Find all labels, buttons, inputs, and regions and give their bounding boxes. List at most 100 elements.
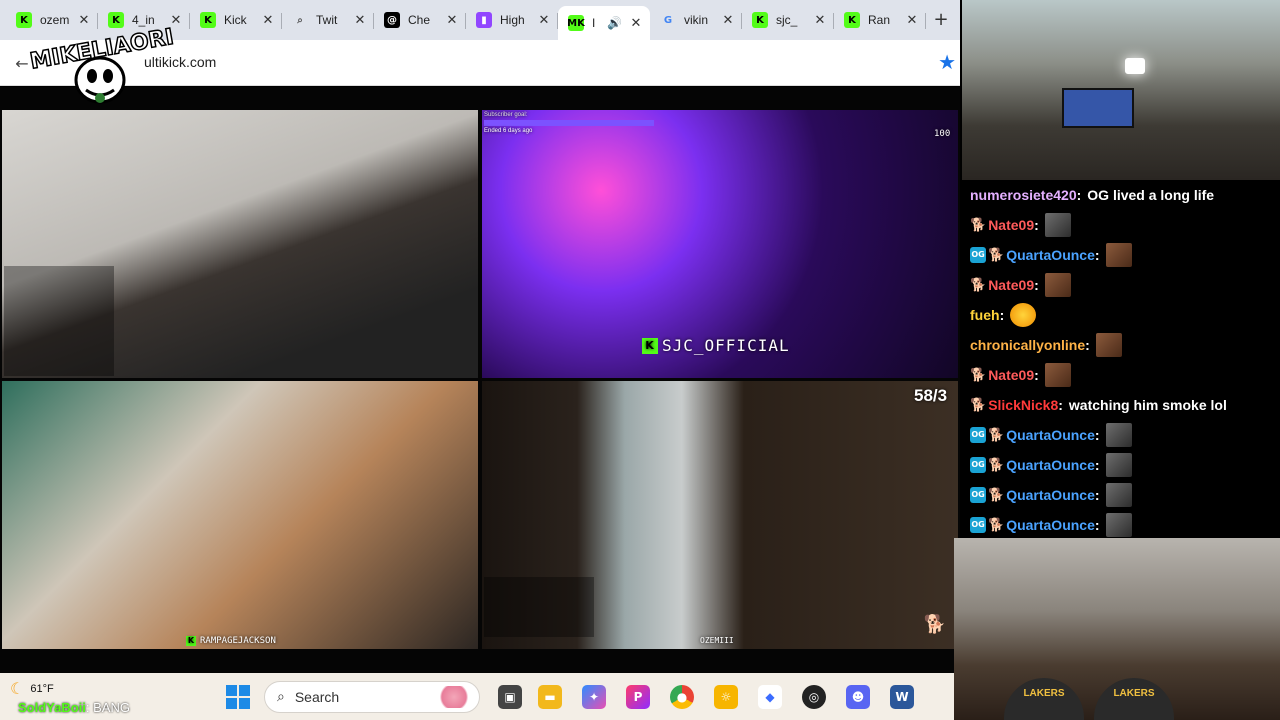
stream-chat-overlay (484, 577, 594, 637)
stream-number: 100 (934, 129, 951, 139)
og-badge-icon: OG (970, 457, 986, 473)
chat-message: fueh: (970, 303, 1037, 327)
chat-message: OG 🐕 QuartaOunce: (970, 453, 1132, 477)
stream-tile-rampage[interactable]: K RAMPAGEJACKSON (2, 381, 478, 649)
tab-close-icon[interactable]: ✕ (904, 13, 920, 28)
tab-title: vikin (684, 13, 709, 27)
og-badge-icon: OG (970, 517, 986, 533)
bookmark-star-icon[interactable]: ★ (938, 50, 956, 74)
chat-panel: numerosiete420: OG lived a long life 🐕 Nate… (960, 182, 1280, 538)
word-icon[interactable]: W (890, 685, 914, 709)
ozemiii-stream-name: OZEMIII (700, 636, 734, 645)
chat-username[interactable]: QuartaOunce (1006, 427, 1095, 443)
chat-username[interactable]: Nate09 (988, 367, 1034, 383)
stream-tile-sjc[interactable]: Subscriber goal: Ended 6 days ago 100 K … (482, 110, 958, 378)
lamp-light (1125, 58, 1145, 74)
browser-tab[interactable]: Ksjc_ ✕ (742, 4, 834, 36)
chat-emote-icon (1105, 513, 1132, 537)
multikick-icon: MK (567, 15, 585, 31)
dog-badge-icon: 🐕 (970, 217, 987, 233)
chat-username[interactable]: numerosiete420 (970, 187, 1077, 203)
chat-username[interactable]: QuartaOunce (1006, 247, 1095, 263)
browser-tab[interactable]: K Ran ✕ (834, 4, 926, 36)
tab-close-icon[interactable]: ✕ (352, 13, 368, 28)
kick-icon: K (642, 337, 658, 354)
chat-message: OG 🐕 QuartaOunce: (970, 243, 1132, 267)
chat-username[interactable]: chronicallyonline (970, 337, 1085, 353)
chat-colon: : (1094, 457, 1100, 473)
task-view-icon[interactable]: ▣ (498, 685, 522, 709)
monitor (1062, 88, 1134, 128)
tab-close-icon[interactable]: ✕ (536, 13, 552, 28)
browser-tab[interactable]: K Kick ✕ (190, 4, 282, 36)
kick-icon: K (752, 12, 768, 28)
dog-badge-icon: 🐕 (970, 367, 987, 383)
tab-title: Twit (316, 13, 338, 27)
lakers-chair-left: LAKERS (1004, 678, 1084, 720)
chat-message: chronicallyonline: (970, 333, 1122, 357)
webcam-room-view (962, 0, 1280, 180)
stream-ended-label: Ended 6 days ago (484, 128, 533, 134)
chat-colon: : (1094, 247, 1100, 263)
tab-title: High (500, 13, 525, 27)
chat-colon: : (999, 307, 1005, 323)
dog-badge-icon: 🐕 (988, 427, 1005, 443)
weather-widget[interactable]: ☾ 61°F (10, 679, 54, 698)
dog-badge-icon: 🐕 (988, 457, 1005, 473)
dog-badge-icon: 🐕 (970, 277, 987, 293)
browser-window: Kozem ✕ K 4_in ✕ K Kick ✕ ⌕ Twit ✕ @ Che ✕ ▮ High ✕ MK I 🔊 ✕… (0, 0, 960, 720)
chat-message: OG 🐕 QuartaOunce: (970, 513, 1132, 537)
chat-message: numerosiete420: OG lived a long life (970, 183, 1214, 207)
taskbar-search[interactable]: ⌕ Search (264, 681, 480, 713)
chat-username[interactable]: Nate09 (988, 217, 1034, 233)
dog-badge-icon: 🐕 (988, 247, 1005, 263)
chat-username[interactable]: fueh (970, 307, 1000, 323)
chat-colon: : (1094, 427, 1100, 443)
sun-app-icon[interactable]: ☼ (714, 685, 738, 709)
chat-message: OG 🐕 QuartaOunce: (970, 423, 1132, 447)
browser-tab[interactable]: ▮ High ✕ (466, 4, 558, 36)
chat-colon: : (1076, 187, 1082, 203)
chat-message: 🐕 SlickNick8: watching him smoke lol (970, 393, 1227, 417)
chat-username[interactable]: QuartaOunce (1006, 457, 1095, 473)
browser-tab[interactable]: MK I 🔊 ✕ (558, 6, 650, 40)
subscriber-goal-label: Subscriber goal: (484, 112, 528, 118)
picsart-icon[interactable]: P (626, 685, 650, 709)
windows-start-icon[interactable] (226, 685, 250, 709)
tab-close-icon[interactable]: ✕ (444, 13, 460, 28)
diamond-app-icon[interactable]: ◆ (758, 685, 782, 709)
tab-close-icon[interactable]: ✕ (260, 13, 276, 28)
search-label: Search (294, 689, 340, 705)
browser-tab[interactable]: ⌕ Twit ✕ (282, 4, 374, 36)
chat-username[interactable]: QuartaOunce (1006, 517, 1095, 533)
obs-icon[interactable]: ◎ (802, 685, 826, 709)
chat-message: 🐕 Nate09: (970, 213, 1071, 237)
chat-text: watching him smoke lol (1068, 397, 1227, 413)
chrome-icon[interactable]: ● (670, 685, 694, 709)
mikeliaori-logo: MIKELIAORI (28, 24, 176, 104)
discord-icon[interactable]: ☻ (846, 685, 870, 709)
chat-colon: : (1094, 517, 1100, 533)
tab-separator (925, 13, 926, 29)
chat-username[interactable]: SlickNick8 (988, 397, 1058, 413)
dog-badge-icon: 🐕 (970, 397, 987, 413)
new-tab-button[interactable]: + (926, 5, 956, 35)
audio-playing-icon[interactable]: 🔊 (607, 16, 622, 30)
tab-close-icon[interactable]: ✕ (720, 13, 736, 28)
og-badge-icon: OG (970, 487, 986, 503)
stream-chat-overlay (4, 266, 114, 376)
browser-tab[interactable]: @ Che ✕ (374, 4, 466, 36)
chat-username[interactable]: QuartaOunce (1006, 487, 1095, 503)
browser-tab[interactable]: Gvikin ✕ (650, 4, 742, 36)
stream-tile-1[interactable] (2, 110, 478, 378)
chat-message: 🐕 Nate09: (970, 363, 1071, 387)
dog-icon: 🐕 (923, 614, 946, 635)
tab-close-icon[interactable]: ✕ (628, 16, 644, 31)
tab-close-icon[interactable]: ✕ (812, 13, 828, 28)
search-icon: ⌕ (277, 689, 285, 705)
copilot-icon[interactable]: ✦ (582, 685, 606, 709)
chat-username[interactable]: Nate09 (988, 277, 1034, 293)
file-explorer-icon[interactable]: ▬ (538, 685, 562, 709)
stream-tile-ozemiii[interactable]: OZEMIII 58/3 🐕 (482, 381, 958, 649)
rampage-stream-name: RAMPAGEJACKSON (200, 636, 276, 646)
